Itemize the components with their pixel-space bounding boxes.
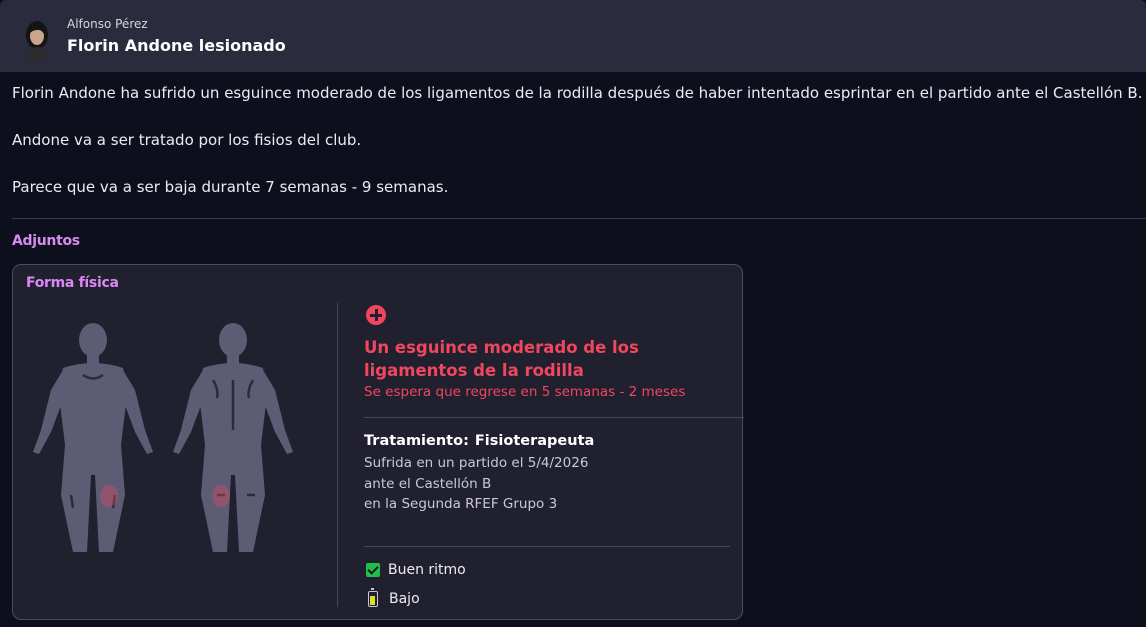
treatment-value: Fisioterapeuta	[474, 433, 595, 449]
plus-circle-icon	[366, 305, 386, 325]
avatar[interactable]	[22, 19, 52, 59]
injury-name: Un esguince moderado de los ligamentos d…	[364, 338, 639, 380]
fitness-attachment-card[interactable]: Forma física Un esguince moderado de los…	[12, 264, 744, 620]
message-paragraph: Parece que va a ser baja durante 7 seman…	[12, 178, 449, 196]
treatment-line: Tratamiento: Fisioterapeuta	[364, 433, 594, 449]
divider	[364, 417, 744, 418]
battery-icon	[368, 588, 378, 607]
body-injury-diagram	[33, 323, 293, 552]
body-back-figure	[173, 323, 293, 552]
injury-return-estimate: Se espera que regrese en 5 semanas - 2 m…	[364, 384, 686, 400]
treatment-label: Tratamiento:	[364, 433, 469, 449]
message-paragraph: Andone va a ser tratado por los fisios d…	[12, 131, 362, 149]
card-title: Forma física	[26, 275, 119, 291]
attachments-heading: Adjuntos	[12, 233, 80, 249]
body-front-figure	[33, 323, 153, 552]
status-label: Bajo	[389, 591, 420, 607]
check-icon	[366, 563, 380, 577]
status-label: Buen ritmo	[388, 562, 466, 578]
sender-name: Alfonso Pérez	[67, 17, 148, 31]
message-header: Alfonso Pérez Florin Andone lesionado	[0, 0, 1146, 72]
divider	[12, 218, 1146, 219]
status-condition: Bajo	[366, 588, 420, 607]
injury-detail: Sufrida en un partido el 5/4/2026	[364, 455, 589, 471]
injury-detail: en la Segunda RFEF Grupo 3	[364, 496, 558, 512]
message-paragraph: Florin Andone ha sufrido un esguince mod…	[12, 84, 1143, 102]
status-sharpness: Buen ritmo	[366, 562, 466, 578]
vertical-divider	[337, 303, 338, 607]
message-title: Florin Andone lesionado	[67, 36, 286, 55]
divider	[364, 546, 730, 547]
injury-detail: ante el Castellón B	[364, 476, 492, 492]
